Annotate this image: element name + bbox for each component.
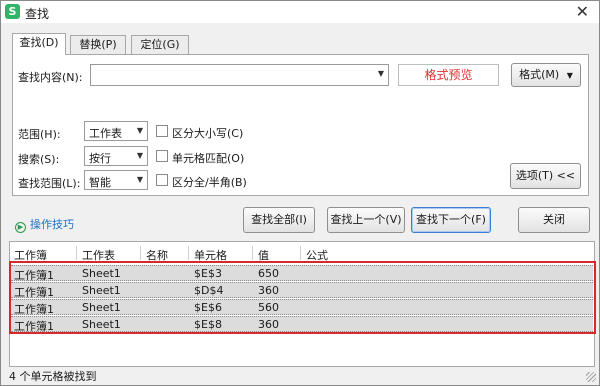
result-sheet: Sheet1 bbox=[82, 267, 121, 280]
search-order-select[interactable]: 按行 ▼ bbox=[84, 146, 148, 166]
find-content-input[interactable]: ▼ bbox=[90, 64, 389, 86]
find-next-button[interactable]: 查找下一个(F) bbox=[411, 207, 491, 233]
result-value: 560 bbox=[258, 301, 279, 314]
results-header: 工作簿 工作表 名称 单元格 值 公式 bbox=[10, 242, 594, 262]
tab-goto[interactable]: 定位(G) bbox=[131, 35, 189, 54]
match-case-label: 区分大小写(C) bbox=[172, 127, 244, 140]
result-cell: $E$8 bbox=[194, 318, 222, 331]
scope-value: 工作表 bbox=[89, 127, 122, 140]
tab-replace[interactable]: 替换(P) bbox=[70, 35, 126, 54]
match-case-checkbox[interactable] bbox=[156, 125, 168, 137]
result-book: 工作簿1 bbox=[14, 269, 54, 282]
format-button-label: 格式(M) bbox=[519, 68, 560, 81]
scope-select[interactable]: 工作表 ▼ bbox=[84, 121, 148, 141]
match-cell-label: 单元格匹配(O) bbox=[172, 152, 245, 165]
result-cell: $E$6 bbox=[194, 301, 222, 314]
app-icon: S bbox=[5, 4, 20, 19]
results-list[interactable]: 工作簿 工作表 名称 单元格 值 公式 工作簿1 Sheet1 $E$3 650… bbox=[9, 241, 595, 367]
result-value: 360 bbox=[258, 318, 279, 331]
dialog-title: 查找 bbox=[25, 7, 50, 21]
column-divider[interactable] bbox=[76, 246, 77, 260]
result-cell: $D$4 bbox=[194, 284, 224, 297]
result-sheet: Sheet1 bbox=[82, 284, 121, 297]
column-divider[interactable] bbox=[252, 246, 253, 260]
result-book: 工作簿1 bbox=[14, 320, 54, 333]
result-book: 工作簿1 bbox=[14, 286, 54, 299]
chevron-down-icon: ▼ bbox=[136, 175, 143, 184]
chevron-down-icon: ▼ bbox=[566, 71, 573, 80]
result-row[interactable]: 工作簿1 Sheet1 $E$6 560 bbox=[11, 299, 593, 316]
column-header-name[interactable]: 名称 bbox=[146, 247, 168, 263]
result-row[interactable]: 工作簿1 Sheet1 $D$4 360 bbox=[11, 282, 593, 299]
play-icon: ▶ bbox=[15, 222, 26, 233]
column-header-formula[interactable]: 公式 bbox=[306, 247, 328, 263]
look-in-value: 智能 bbox=[89, 176, 111, 189]
chevron-down-icon: ▼ bbox=[136, 151, 143, 160]
search-order-value: 按行 bbox=[89, 152, 111, 165]
column-header-value[interactable]: 值 bbox=[258, 247, 269, 263]
status-text: 4 个单元格被找到 bbox=[9, 370, 97, 383]
tips-link[interactable]: ▶ 操作技巧 bbox=[15, 216, 74, 233]
column-header-book[interactable]: 工作簿 bbox=[14, 247, 47, 263]
chevron-down-icon[interactable]: ▼ bbox=[378, 69, 384, 78]
find-all-button[interactable]: 查找全部(I) bbox=[243, 207, 315, 233]
column-header-cell[interactable]: 单元格 bbox=[194, 247, 227, 263]
result-value: 650 bbox=[258, 267, 279, 280]
match-cell-checkbox[interactable] bbox=[156, 150, 168, 162]
result-value: 360 bbox=[258, 284, 279, 297]
match-width-checkbox[interactable] bbox=[156, 174, 168, 186]
result-row[interactable]: 工作簿1 Sheet1 $E$8 360 bbox=[11, 316, 593, 333]
column-divider[interactable] bbox=[300, 246, 301, 260]
match-width-label: 区分全/半角(B) bbox=[172, 176, 247, 189]
column-divider[interactable] bbox=[188, 246, 189, 260]
result-row[interactable]: 工作簿1 Sheet1 $E$3 650 bbox=[11, 265, 593, 282]
tips-label: 操作技巧 bbox=[30, 218, 74, 231]
search-order-label: 搜索(S): bbox=[18, 153, 60, 166]
find-dialog: S 查找 ✕ 查找(D) 替换(P) 定位(G) 查找内容(N): ▼ 格式预览… bbox=[0, 0, 600, 386]
tab-find[interactable]: 查找(D) bbox=[12, 33, 66, 55]
look-in-select[interactable]: 智能 ▼ bbox=[84, 170, 148, 190]
resize-grip-icon[interactable] bbox=[586, 372, 596, 382]
column-header-sheet[interactable]: 工作表 bbox=[82, 247, 115, 263]
find-content-label: 查找内容(N): bbox=[18, 71, 83, 84]
result-sheet: Sheet1 bbox=[82, 301, 121, 314]
format-button[interactable]: 格式(M) ▼ bbox=[511, 63, 581, 87]
look-in-label: 查找范围(L): bbox=[18, 177, 81, 190]
close-button[interactable]: 关闭 bbox=[518, 207, 590, 233]
scope-label: 范围(H): bbox=[18, 128, 61, 141]
chevron-down-icon: ▼ bbox=[136, 126, 143, 135]
find-previous-button[interactable]: 查找上一个(V) bbox=[327, 207, 405, 233]
format-preview: 格式预览 bbox=[398, 64, 499, 86]
title-bar: S 查找 ✕ bbox=[1, 1, 599, 23]
result-book: 工作簿1 bbox=[14, 303, 54, 316]
close-icon[interactable]: ✕ bbox=[576, 2, 589, 21]
column-divider[interactable] bbox=[140, 246, 141, 260]
result-sheet: Sheet1 bbox=[82, 318, 121, 331]
options-button[interactable]: 选项(T) << bbox=[510, 163, 581, 189]
result-cell: $E$3 bbox=[194, 267, 222, 280]
